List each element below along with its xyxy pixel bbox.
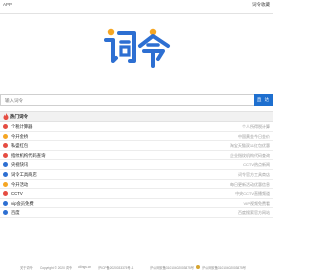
- top-divider: [0, 13, 273, 14]
- list-item-name: 私盛红包: [11, 143, 29, 149]
- list-item[interactable]: 个税计算器 个人所得税计算: [0, 122, 273, 132]
- list-item-name: vip会员免费: [11, 200, 34, 206]
- list-item-desc: VIP视频免费看: [243, 200, 270, 206]
- about-link[interactable]: 关于词令: [20, 265, 33, 270]
- activity-icon: [3, 181, 8, 187]
- list-item[interactable]: 今开金桥 中国黄金今日金价: [0, 132, 273, 142]
- list-item-desc: 每日更新活动优惠信息: [230, 181, 270, 187]
- police-link[interactable]: 沪公网安备31010402003875号: [202, 265, 246, 270]
- logo-dot-left: [107, 28, 115, 36]
- fire-icon: [3, 113, 9, 120]
- red-packet-icon: [3, 143, 8, 149]
- list-item-desc: 淘宝天猫双11红包优惠: [229, 143, 270, 149]
- list-item-name: 个税计算器: [11, 124, 33, 129]
- search-bar: 直 达: [0, 94, 273, 107]
- list-item-desc: 中国黄金今日金价: [238, 133, 270, 139]
- list-item-desc: 企业指纹机构代码查询: [230, 152, 270, 158]
- app-link[interactable]: APP: [3, 2, 12, 7]
- list-item-name: 央视快讯: [11, 162, 29, 168]
- list-item-name: 今开活动: [11, 181, 29, 187]
- list-item[interactable]: 今开活动 每日更新活动优惠信息: [0, 180, 273, 190]
- fingerprint-icon: [3, 152, 8, 158]
- list-item[interactable]: 百度 百度搜索官方网站: [0, 208, 273, 218]
- news-icon: [3, 162, 8, 168]
- icp-link[interactable]: 沪ICP备2020033375号-1: [98, 265, 133, 270]
- list-item[interactable]: 词令工具商店 词令官方工具商店: [0, 170, 273, 180]
- list-item[interactable]: vip会员免费 VIP视频免费看: [0, 199, 273, 209]
- license-link[interactable]: 沪公网安备31010402003875号: [150, 265, 194, 270]
- shop-icon: [3, 171, 8, 177]
- search-button[interactable]: 直 达: [254, 94, 273, 106]
- footer: 关于词令 Copyright © 2020 词令 cilings.cn 沪ICP…: [0, 262, 273, 273]
- calculator-icon: [3, 124, 8, 129]
- vip-icon: [3, 200, 8, 206]
- list-item-name: CCTV: [11, 191, 23, 197]
- list-item-desc: 个人所得税计算: [242, 124, 270, 129]
- gold-icon: [3, 133, 8, 139]
- hot-header: 热门词令: [0, 111, 273, 122]
- copyright-text: Copyright © 2020 词令: [40, 266, 73, 270]
- baidu-icon: [3, 210, 8, 216]
- list-item-desc: 中央CCTV直播频道: [235, 191, 270, 197]
- list-item-name: 指纹机构代码查询: [11, 152, 46, 158]
- tv-icon: [3, 191, 8, 197]
- hot-title: 热门词令: [10, 114, 28, 119]
- search-input[interactable]: [0, 94, 254, 106]
- list-item-name: 百度: [11, 210, 20, 216]
- domain-link[interactable]: cilings.cn: [78, 265, 91, 269]
- top-bar: APP 词令收藏: [0, 0, 273, 14]
- list-item-desc: 词令官方工具商店: [238, 171, 270, 177]
- collect-link[interactable]: 词令收藏: [252, 2, 270, 8]
- list-item[interactable]: 央视快讯 CCTV热点新闻: [0, 160, 273, 170]
- hot-list: 个税计算器 个人所得税计算 今开金桥 中国黄金今日金价 私盛红包 淘宝天猫双11…: [0, 122, 273, 218]
- list-item-desc: CCTV热点新闻: [243, 162, 270, 168]
- list-item-name: 今开金桥: [11, 133, 29, 139]
- list-item[interactable]: 私盛红包 淘宝天猫双11红包优惠: [0, 141, 273, 151]
- police-badge-icon: [196, 264, 200, 269]
- list-item-desc: 百度搜索官方网站: [238, 210, 270, 216]
- logo: [104, 28, 170, 68]
- list-item-name: 词令工具商店: [11, 171, 37, 177]
- list-item[interactable]: CCTV 中央CCTV直播频道: [0, 189, 273, 199]
- list-item[interactable]: 指纹机构代码查询 企业指纹机构代码查询: [0, 151, 273, 161]
